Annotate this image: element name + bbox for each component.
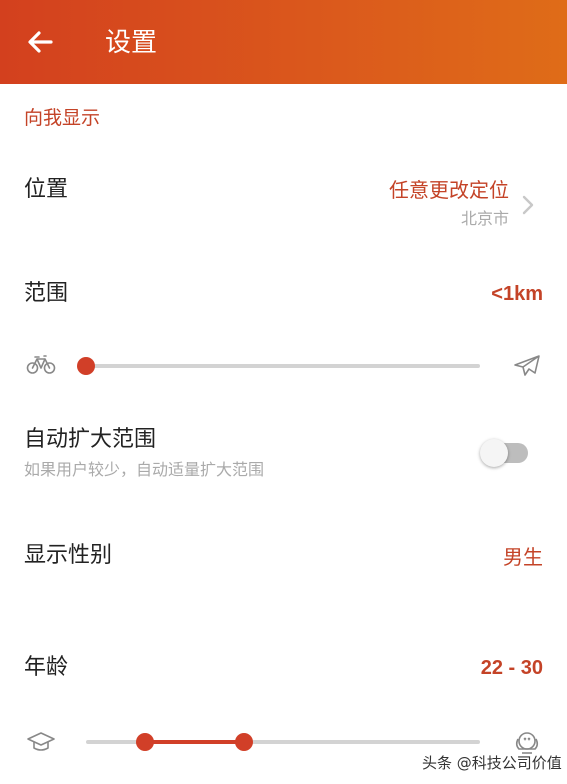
auto-expand-toggle-knob[interactable]: [480, 439, 508, 467]
age-label: 年龄: [24, 655, 69, 680]
graduation-cap-icon: [27, 732, 55, 751]
auto-expand-description: 如果用户较少，自动适量扩大范围: [24, 460, 265, 479]
location-city: 北京市: [460, 209, 509, 228]
gender-label: 显示性别: [24, 543, 113, 568]
bicycle-icon: [26, 355, 56, 374]
age-slider-thumb-max[interactable]: [234, 733, 253, 751]
arrow-left-icon[interactable]: [24, 26, 56, 58]
range-value: <1km: [491, 283, 543, 305]
age-slider-thumb-min[interactable]: [136, 733, 155, 751]
age-value: 22 - 30: [480, 657, 543, 679]
range-label: 范围: [24, 281, 69, 306]
auto-expand-label: 自动扩大范围: [24, 427, 157, 452]
app-header: 设置: [0, 0, 567, 84]
airplane-icon: [514, 355, 540, 376]
age-slider-fill: [145, 740, 244, 744]
range-slider-track[interactable]: [86, 364, 480, 368]
chevron-right-icon: [522, 195, 534, 215]
location-value: 任意更改定位: [389, 178, 509, 202]
location-label: 位置: [24, 177, 69, 202]
gender-value: 男生: [503, 545, 543, 569]
range-slider-thumb[interactable]: [77, 357, 95, 375]
watermark-text: 头条 @科技公司价值: [422, 754, 562, 772]
section-title: 向我显示: [24, 107, 101, 129]
page-title: 设置: [105, 28, 158, 58]
